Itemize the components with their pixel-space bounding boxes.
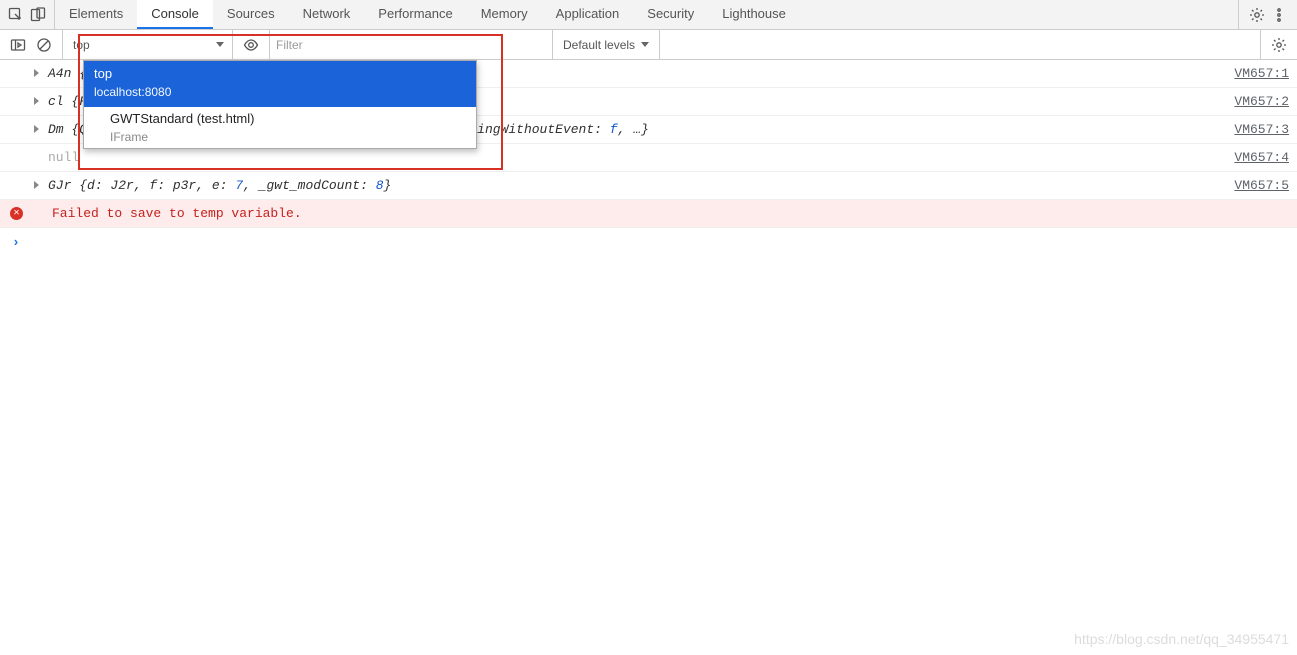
source-link[interactable]: VM657:5	[1234, 176, 1289, 195]
tail-icon-group	[1238, 0, 1297, 29]
log-content: null	[30, 148, 1222, 167]
dropdown-item-sub-label: localhost:8080	[94, 83, 466, 101]
lead-icon-group	[0, 0, 55, 29]
expand-arrow-icon[interactable]	[34, 181, 39, 189]
console-prompt-line[interactable]: ›	[0, 228, 1297, 248]
eye-icon	[243, 37, 259, 53]
log-levels-select[interactable]: Default levels	[553, 30, 660, 59]
chevron-down-icon	[641, 42, 649, 47]
source-link[interactable]: VM657:1	[1234, 64, 1289, 83]
settings-icon[interactable]	[1249, 7, 1265, 23]
gear-icon	[1271, 37, 1287, 53]
watermark: https://blog.csdn.net/qq_34955471	[1074, 631, 1289, 647]
filter-cell	[270, 30, 553, 59]
chevron-down-icon	[216, 42, 224, 47]
live-expression-cell[interactable]	[233, 30, 270, 59]
console-settings-cell[interactable]	[1260, 30, 1297, 59]
dropdown-item-frame[interactable]: GWTStandard (test.html)	[84, 107, 476, 130]
console-log-line[interactable]: GJr {d: J2r, f: p3r, e: 7, _gwt_modCount…	[0, 172, 1297, 200]
dropdown-item-top[interactable]: top localhost:8080	[84, 61, 476, 107]
clear-console-icon[interactable]	[36, 37, 52, 53]
error-message: Failed to save to temp variable.	[30, 204, 1289, 223]
context-selected-label: top	[73, 38, 90, 52]
tab-security[interactable]: Security	[633, 0, 708, 29]
console-sidebar-toggle-icon[interactable]	[10, 37, 26, 53]
log-content: GJr {d: J2r, f: p3r, e: 7, _gwt_modCount…	[30, 176, 1222, 195]
tab-sources[interactable]: Sources	[213, 0, 289, 29]
tab-lighthouse[interactable]: Lighthouse	[708, 0, 800, 29]
source-link[interactable]: VM657:3	[1234, 120, 1289, 139]
source-link[interactable]: VM657:4	[1234, 148, 1289, 167]
dropdown-item-main-label: top	[94, 65, 466, 83]
tab-elements[interactable]: Elements	[55, 0, 137, 29]
source-link[interactable]: VM657:2	[1234, 92, 1289, 111]
dropdown-frame-title: GWTStandard (test.html)	[110, 111, 254, 126]
tab-network[interactable]: Network	[289, 0, 365, 29]
expand-arrow-icon[interactable]	[34, 97, 39, 105]
tab-application[interactable]: Application	[542, 0, 634, 29]
main-tabs: Elements Console Sources Network Perform…	[55, 0, 1238, 29]
levels-label: Default levels	[563, 38, 635, 52]
dropdown-frame-type-label: IFrame	[110, 130, 148, 144]
dropdown-item-frame-type: IFrame	[84, 130, 476, 148]
device-toggle-icon[interactable]	[30, 7, 46, 23]
error-icon: ✕	[10, 207, 23, 220]
execution-context-select[interactable]: top	[63, 30, 233, 59]
prompt-chevron-icon: ›	[12, 233, 20, 252]
tab-console[interactable]: Console	[137, 0, 213, 29]
devtools-tabs-row: Elements Console Sources Network Perform…	[0, 0, 1297, 30]
expand-arrow-icon[interactable]	[34, 125, 39, 133]
console-error-line[interactable]: ✕ Failed to save to temp variable.	[0, 200, 1297, 228]
tab-memory[interactable]: Memory	[467, 0, 542, 29]
filter-input[interactable]	[276, 34, 546, 56]
toolbar-leading	[0, 30, 63, 59]
context-dropdown[interactable]: top localhost:8080 GWTStandard (test.htm…	[83, 60, 477, 149]
console-toolbar: top Default levels	[0, 30, 1297, 60]
tab-performance[interactable]: Performance	[364, 0, 466, 29]
inspect-icon[interactable]	[8, 7, 24, 23]
more-menu-icon[interactable]	[1271, 7, 1287, 23]
expand-arrow-icon[interactable]	[34, 69, 39, 77]
